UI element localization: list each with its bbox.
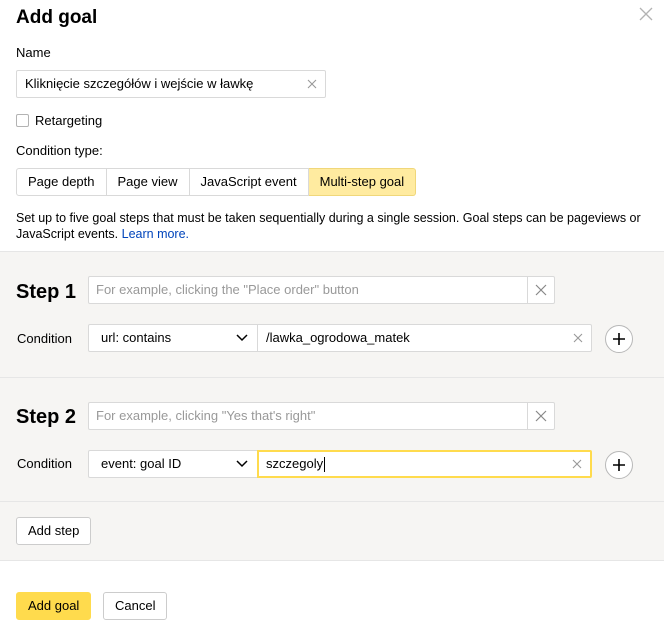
step-2-condition-value-input[interactable]: szczegoly (257, 450, 592, 478)
step-1-name-input[interactable]: For example, clicking the "Place order" … (88, 276, 555, 304)
tab-javascript-event[interactable]: JavaScript event (189, 168, 309, 196)
step-1-name-placeholder: For example, clicking the "Place order" … (96, 282, 359, 297)
clear-icon[interactable] (573, 333, 583, 343)
step-1-add-condition-button[interactable] (605, 325, 633, 353)
step-1-condition-value-input[interactable]: /lawka_ogrodowa_matek (257, 324, 592, 352)
step-2-condition-type-select[interactable]: event: goal ID (88, 450, 258, 478)
add-step-button[interactable]: Add step (16, 517, 92, 545)
step-2-condition-type-value: event: goal ID (101, 456, 182, 471)
learn-more-link[interactable]: Learn more. (122, 227, 189, 241)
step-1-section: Step 1 For example, clicking the "Place … (0, 251, 664, 377)
dialog-title: Add goal (16, 7, 98, 28)
add-step-area: Add step (0, 501, 664, 561)
add-goal-button[interactable]: Add goal (16, 592, 92, 620)
step-1-condition-label: Condition (17, 331, 72, 346)
tab-page-depth[interactable]: Page depth (16, 168, 107, 196)
step-2-condition-value: szczegoly (266, 456, 324, 471)
clear-icon[interactable] (534, 409, 548, 423)
step-1-condition-type-select[interactable]: url: contains (88, 324, 258, 352)
chevron-down-icon (236, 460, 248, 468)
step-1-condition-value: /lawka_ogrodowa_matek (266, 330, 410, 345)
plus-icon (613, 459, 625, 471)
condition-type-tabs: Page depth Page view JavaScript event Mu… (16, 168, 417, 196)
step-2-add-condition-button[interactable] (605, 451, 633, 479)
text-cursor (324, 457, 326, 473)
name-label: Name (16, 45, 51, 60)
condition-description: Set up to five goal steps that must be t… (16, 210, 656, 242)
cancel-button[interactable]: Cancel (103, 592, 168, 620)
divider (527, 403, 528, 429)
clear-icon[interactable] (534, 283, 548, 297)
chevron-down-icon (236, 334, 248, 342)
goal-name-input[interactable]: Kliknięcie szczegółów i wejście w ławkę (16, 70, 326, 98)
step-2-section: Step 2 For example, clicking "Yes that's… (0, 377, 664, 501)
retargeting-label[interactable]: Retargeting (35, 113, 102, 129)
tab-multi-step-goal[interactable]: Multi-step goal (308, 168, 417, 196)
tab-page-view[interactable]: Page view (106, 168, 190, 196)
clear-icon[interactable] (572, 459, 582, 469)
step-2-name-input[interactable]: For example, clicking "Yes that's right" (88, 402, 555, 430)
divider (527, 277, 528, 303)
condition-type-label: Condition type: (16, 143, 103, 158)
goal-name-value: Kliknięcie szczegółów i wejście w ławkę (25, 76, 254, 91)
clear-icon[interactable] (307, 79, 317, 89)
retargeting-checkbox[interactable] (16, 114, 29, 127)
description-text: Set up to five goal steps that must be t… (16, 211, 641, 241)
step-1-label: Step 1 (16, 281, 77, 303)
step-2-name-placeholder: For example, clicking "Yes that's right" (96, 408, 316, 423)
step-2-condition-label: Condition (17, 456, 72, 471)
step-2-label: Step 2 (16, 406, 77, 428)
plus-icon (613, 333, 625, 345)
step-1-condition-type-value: url: contains (101, 330, 172, 345)
close-icon[interactable] (638, 6, 654, 22)
